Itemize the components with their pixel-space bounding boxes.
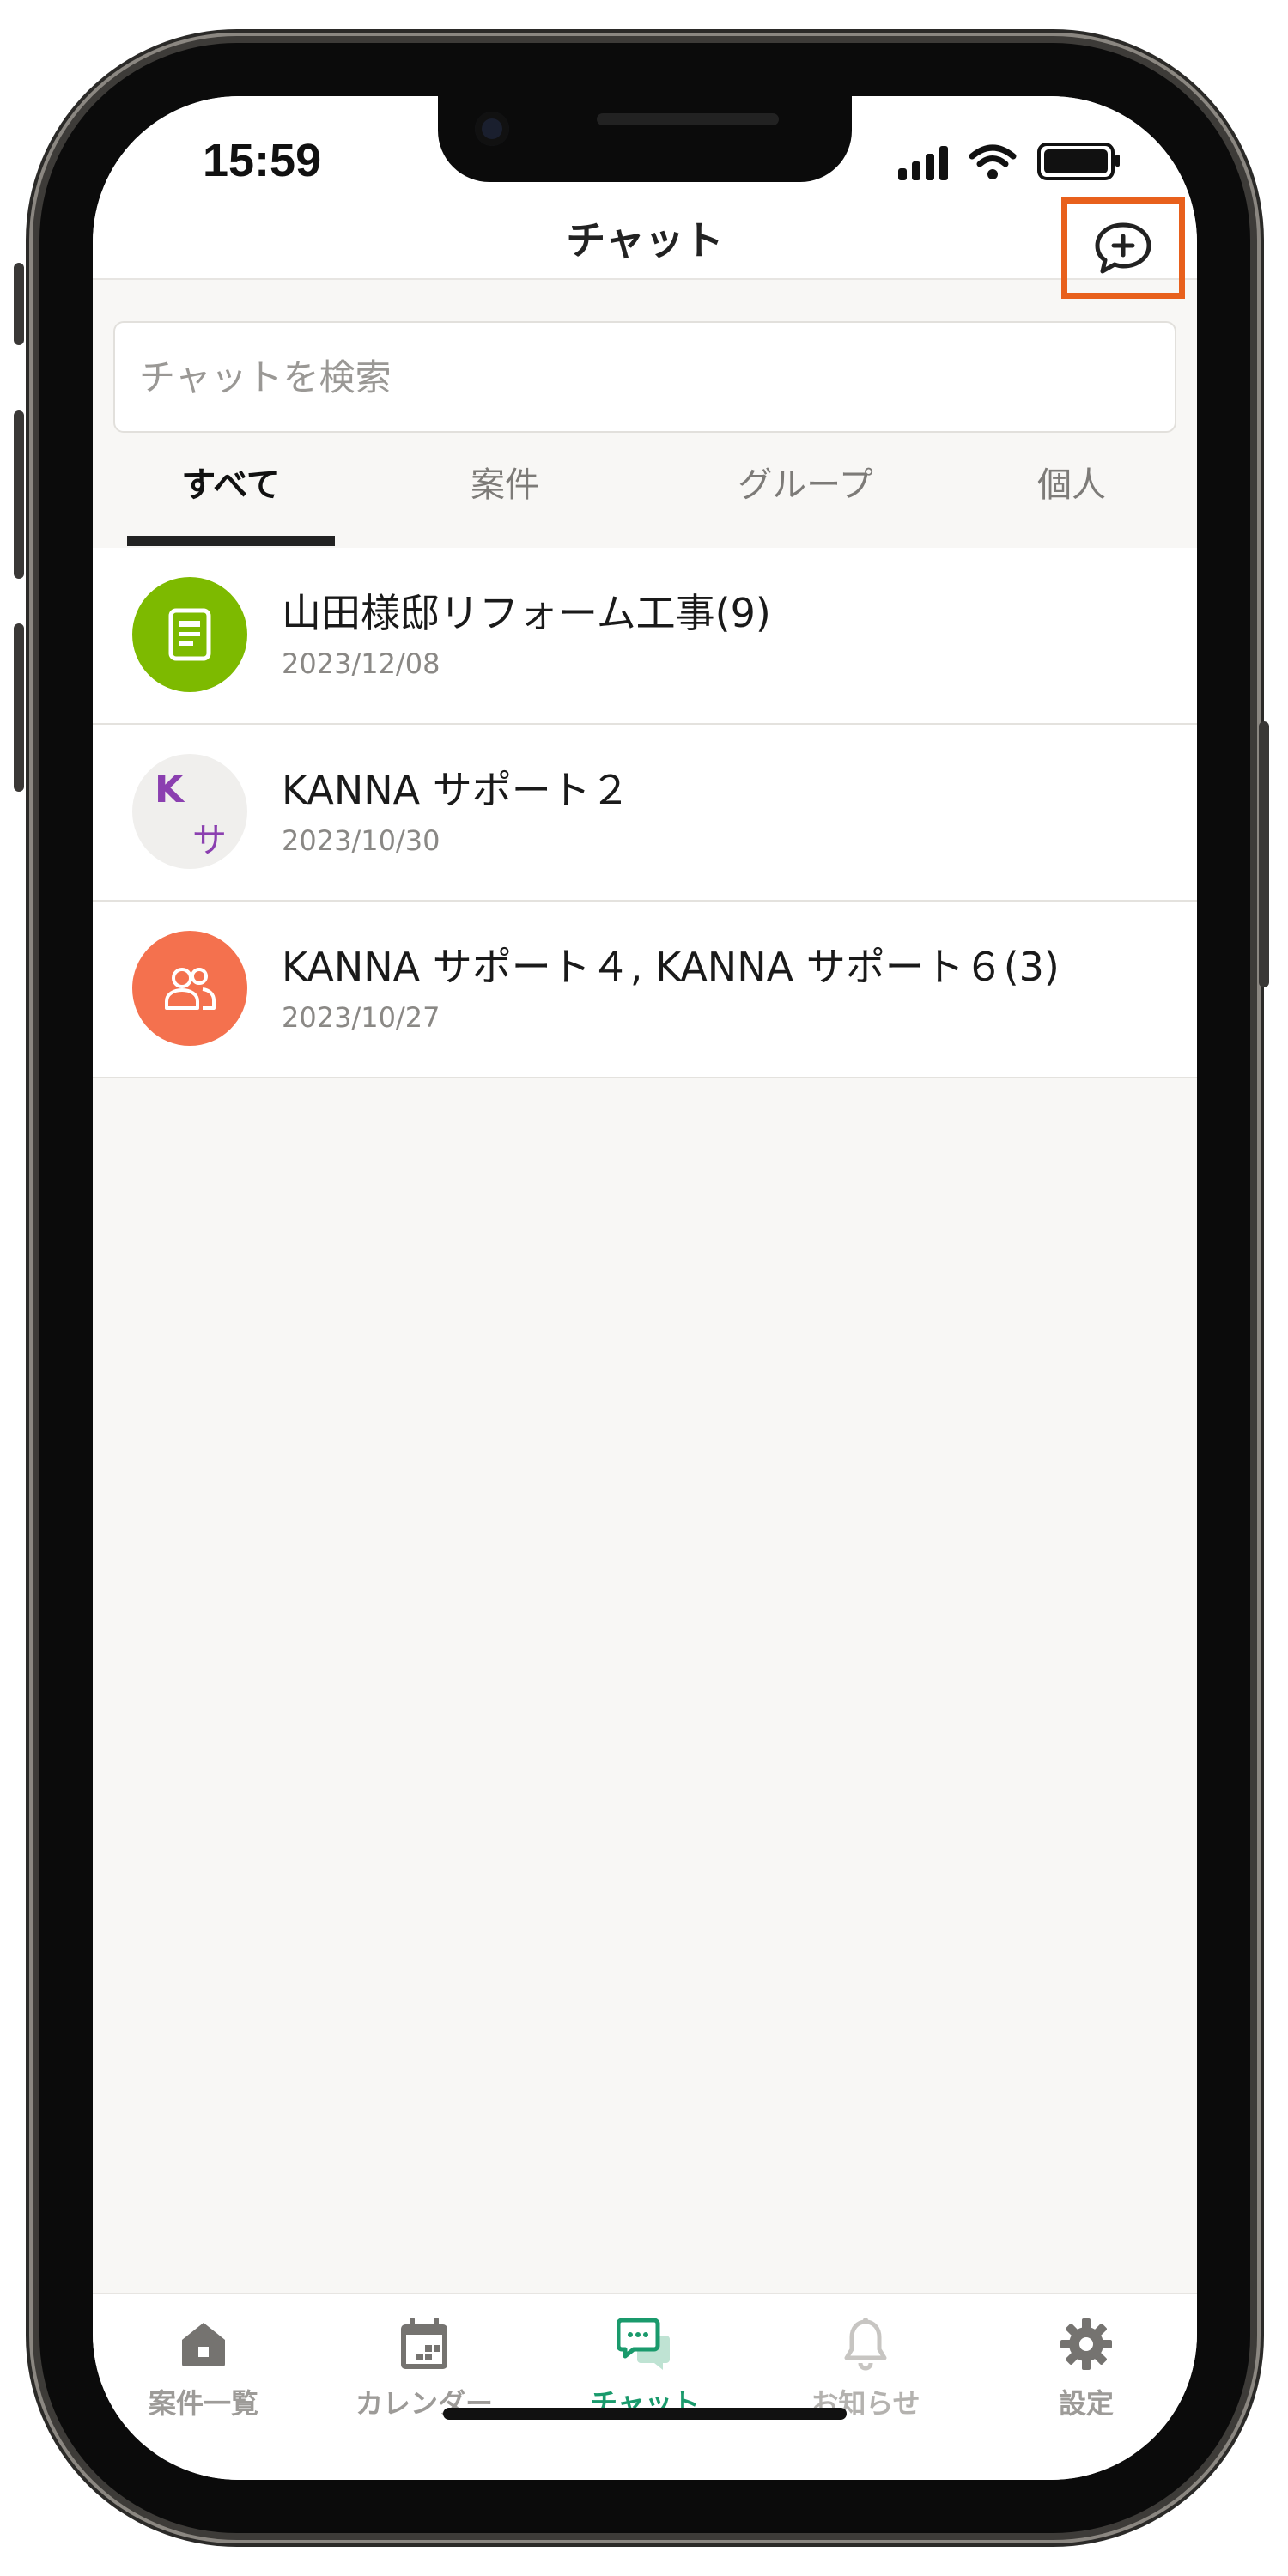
avatar bbox=[132, 577, 247, 692]
avatar: K サ bbox=[132, 754, 247, 869]
chat-icon bbox=[617, 2318, 670, 2370]
chat-list: 山田様邸リフォーム工事(9) 2023/12/08 K サ KANNA サポート… bbox=[93, 548, 1197, 1078]
chat-list-item[interactable]: K サ KANNA サポート２ 2023/10/30 bbox=[93, 725, 1197, 902]
search-input[interactable] bbox=[113, 321, 1176, 433]
chat-date: 2023/10/30 bbox=[282, 824, 440, 857]
tab-bar-item-calendar[interactable]: カレンダー bbox=[321, 2310, 527, 2421]
search-box bbox=[113, 321, 1176, 433]
chat-list-item[interactable]: KANNA サポート４, KANNA サポート６(3) 2023/10/27 bbox=[93, 902, 1197, 1078]
chat-title: 山田様邸リフォーム工事(9) bbox=[282, 590, 771, 636]
chat-date: 2023/12/08 bbox=[282, 647, 440, 680]
gear-icon bbox=[1060, 2318, 1112, 2370]
chat-date: 2023/10/27 bbox=[282, 1001, 440, 1034]
tab-bar-label: 設定 bbox=[1058, 2387, 1114, 2420]
home-icon bbox=[182, 2323, 225, 2366]
page-title: チャット bbox=[566, 217, 724, 264]
bottom-tab-bar: 案件一覧 カレンダー チャット お知らせ 設定 bbox=[93, 2293, 1197, 2480]
chat-list-item[interactable]: 山田様邸リフォーム工事(9) 2023/12/08 bbox=[93, 548, 1197, 725]
document-icon bbox=[168, 608, 211, 661]
tab-projects[interactable]: 案件 bbox=[428, 452, 582, 544]
tab-bar-item-chat[interactable]: チャット bbox=[542, 2310, 748, 2421]
tab-bar-item-settings[interactable]: 設定 bbox=[983, 2310, 1189, 2421]
avatar-initial: K bbox=[155, 768, 185, 811]
nav-header: チャット bbox=[93, 191, 1197, 299]
chat-plus-icon bbox=[1095, 222, 1151, 274]
avatar-initial: サ bbox=[192, 821, 227, 860]
power-button bbox=[1259, 721, 1269, 987]
home-indicator[interactable] bbox=[443, 2408, 847, 2420]
cellular-signal-icon bbox=[898, 146, 948, 180]
tab-groups[interactable]: グループ bbox=[685, 452, 926, 544]
tab-all[interactable]: すべて bbox=[127, 452, 335, 544]
phone-frame: 15:59 チャット チャットを検索 すべて 案件 グループ 個人 山田様邸リフ… bbox=[14, 43, 1269, 2533]
speaker-grille bbox=[597, 113, 779, 125]
volume-up-button bbox=[14, 410, 24, 579]
battery-icon bbox=[1037, 143, 1120, 180]
tab-bar-item-projects[interactable]: 案件一覧 bbox=[100, 2310, 307, 2421]
active-tab-indicator bbox=[127, 536, 335, 546]
group-icon bbox=[165, 968, 216, 1010]
chat-title: KANNA サポート４, KANNA サポート６(3) bbox=[282, 944, 1060, 990]
bell-icon bbox=[844, 2318, 887, 2371]
screen: 15:59 チャット チャットを検索 すべて 案件 グループ 個人 山田様邸リフ… bbox=[93, 96, 1197, 2480]
volume-down-button bbox=[14, 623, 24, 792]
tab-personal[interactable]: 個人 bbox=[994, 452, 1149, 544]
filter-tabs: すべて 案件 グループ 個人 bbox=[127, 452, 1197, 544]
avatar bbox=[132, 931, 247, 1046]
status-icons bbox=[898, 143, 1120, 180]
chat-title: KANNA サポート２ bbox=[282, 767, 630, 813]
front-camera bbox=[475, 112, 509, 146]
wifi-icon bbox=[969, 144, 1017, 179]
calendar-icon bbox=[401, 2318, 447, 2369]
mute-switch bbox=[14, 263, 24, 345]
status-time: 15:59 bbox=[203, 135, 322, 186]
tab-bar-item-notifications[interactable]: お知らせ bbox=[762, 2310, 969, 2421]
tab-bar-label: 案件一覧 bbox=[148, 2387, 258, 2420]
new-chat-button[interactable] bbox=[1061, 197, 1185, 299]
